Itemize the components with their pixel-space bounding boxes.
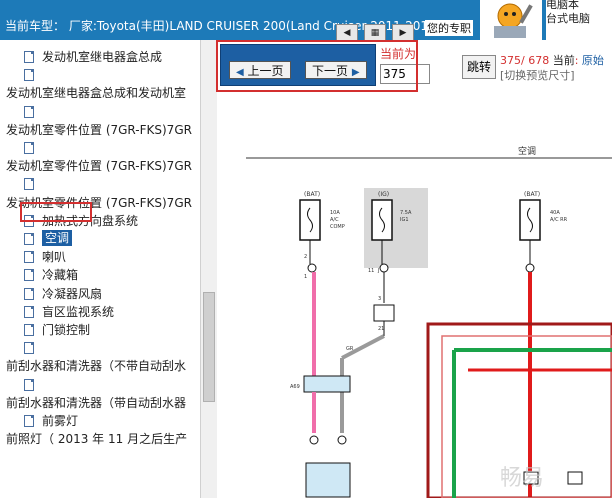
tree-item[interactable]: 前雾灯 [42,412,78,430]
document-icon [24,178,34,191]
status-total-pages: 678 [528,54,550,67]
small-label: 11 [368,268,374,274]
small-label: J [377,268,379,274]
tree-item[interactable]: 前刮水器和清洗器（带自动刮水器 [6,394,186,412]
promo-mascot-image [480,0,542,40]
small-label: GR [346,346,354,352]
status-view-name: 原始 [581,54,604,67]
tree-item[interactable]: 发动机室继电器盒总成 [42,48,162,66]
tree-item[interactable]: 前刮水器和清洗器（不带自动刮水 [6,357,186,375]
pager-highlight-frame [216,40,418,92]
tree-item[interactable]: 冷凝器风扇 [42,285,102,303]
document-icon [24,233,34,245]
document-icon [24,287,34,300]
document-icon [24,269,34,282]
status-current-page: 375 [500,54,521,67]
page-status: 375/ 678 当前: 原始 [500,54,604,67]
document-icon [24,342,34,355]
status-prefix: 当前 [552,54,575,67]
small-label: 3 [378,296,381,302]
tree-item[interactable]: 前照灯（ 2013 年 11 月之后生产 [6,430,187,448]
fuse-label-2: (IG) [378,191,389,198]
tree-item[interactable]: 喇叭 [42,248,66,266]
watermark: 畅易 [500,466,545,491]
promo-label: 您的专职 [425,20,473,36]
fuse3-line: 40A [550,210,560,216]
document-icon [24,142,34,154]
fuse1-line: A/C [330,217,339,223]
small-label: A69 [290,384,300,390]
small-label: 21 [378,326,384,332]
tree-scroll-thumb[interactable] [203,292,215,402]
fuse-label-3: (BAT) [524,191,540,198]
promo-line: 台式电脑 [546,12,590,25]
tree-item[interactable]: 发动机室零件位置 (7GR-FKS)7GR [6,157,192,175]
tree-item[interactable]: 盲区监视系统 [42,303,114,321]
small-label: 2 [304,254,307,260]
fuse2-line: 7.5A [400,210,412,216]
document-icon [24,69,34,82]
small-label: 1 [304,274,307,280]
document-icon [24,324,34,336]
fuse1-line: 10A [330,210,340,216]
document-icon [24,105,34,118]
tree-item[interactable]: 发动机室继电器盒总成和发动机室 [6,84,186,102]
fuse1-line: COMP [330,224,345,230]
jump-button[interactable]: 跳转 [462,55,496,79]
switch-preview-size-link[interactable]: [切换预览尺寸] [500,67,575,83]
document-icon [24,51,34,63]
document-icon [24,378,34,391]
tree-item-selected[interactable]: 空调 [42,230,73,246]
chapter-tree: 发动机室继电器盒总成发动机室继电器盒总成和发动机室 发动机室零件位置 (7GR-F… [0,40,200,498]
wiring-schematic: 空调 (BAT) 10A A/C COMP (IG) 7.5A IG1 (BAT… [246,145,612,498]
promo-line: 电脑本 [546,0,579,11]
selected-tree-item-highlight [20,202,92,222]
fuse3-line: A/C RR [550,217,568,223]
fuse2-line: IG1 [400,217,409,223]
document-icon [24,305,34,318]
fuse-label-1: (BAT) [304,191,320,198]
tree-item[interactable]: 冷藏箱 [42,266,78,284]
tree-item[interactable]: 门锁控制 [42,321,90,339]
tree-scrollbar[interactable] [200,40,217,498]
tree-item[interactable]: 发动机室零件位置 (7GR-FKS)7GR [6,121,192,139]
document-icon [24,251,34,264]
document-icon [24,415,34,427]
promo-text: 电脑本 台式电脑 [546,0,612,40]
schematic-title: 空调 [518,145,536,157]
